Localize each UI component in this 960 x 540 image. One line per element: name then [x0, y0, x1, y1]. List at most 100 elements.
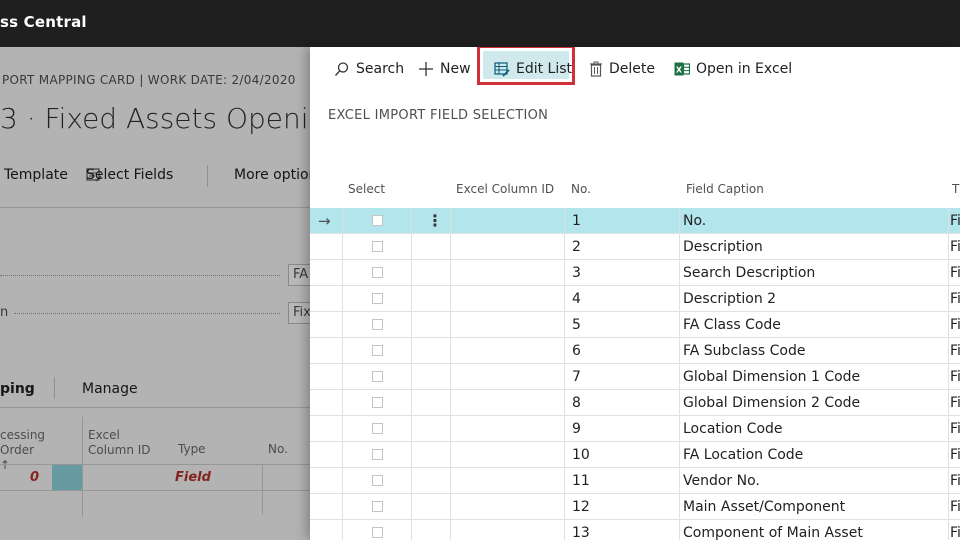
search-button[interactable]: Search — [334, 59, 404, 79]
row-type: Fi — [950, 369, 960, 385]
row-type: Fi — [950, 525, 960, 540]
edit-list-label: Edit List — [516, 61, 573, 77]
row-field-caption: FA Location Code — [683, 447, 804, 463]
cell-divider — [342, 260, 343, 286]
row-type: Fi — [950, 447, 960, 463]
row-no: 13 — [572, 525, 590, 540]
row-actions-icon[interactable]: ⋮ — [427, 211, 443, 230]
cell-divider — [411, 468, 412, 494]
cell-divider — [342, 234, 343, 260]
col-header-type[interactable]: T — [952, 182, 959, 196]
row-no: 11 — [572, 473, 590, 489]
cell-divider — [411, 390, 412, 416]
table-row[interactable]: 12 Main Asset/Component Fi — [310, 494, 960, 520]
row-no: 2 — [572, 239, 581, 255]
cell-divider — [564, 364, 565, 390]
row-type: Fi — [950, 291, 960, 307]
table-row[interactable]: 4 Description 2 Fi — [310, 286, 960, 312]
cell-divider — [948, 338, 949, 364]
cell-divider — [948, 390, 949, 416]
select-checkbox[interactable] — [372, 449, 383, 460]
select-checkbox[interactable] — [372, 319, 383, 330]
edit-list-button[interactable]: Edit List — [494, 59, 572, 79]
row-no: 3 — [572, 265, 581, 281]
cell-divider — [679, 338, 680, 364]
table-row[interactable]: 2 Description Fi — [310, 234, 960, 260]
select-checkbox[interactable] — [372, 423, 383, 434]
col-header-no[interactable]: No. — [571, 182, 591, 196]
table-row[interactable]: 11 Vendor No. Fi — [310, 468, 960, 494]
select-checkbox[interactable] — [372, 241, 383, 252]
row-no: 8 — [572, 395, 581, 411]
row-no: 5 — [572, 317, 581, 333]
cell-divider — [948, 442, 949, 468]
cell-divider — [948, 260, 949, 286]
cell-divider — [411, 234, 412, 260]
select-checkbox[interactable] — [372, 293, 383, 304]
select-checkbox[interactable] — [372, 345, 383, 356]
select-checkbox[interactable] — [372, 371, 383, 382]
select-checkbox[interactable] — [372, 267, 383, 278]
table-row[interactable]: 7 Global Dimension 1 Code Fi — [310, 364, 960, 390]
table-row[interactable]: 8 Global Dimension 2 Code Fi — [310, 390, 960, 416]
col-header-field-caption[interactable]: Field Caption — [686, 182, 764, 196]
table-row[interactable]: 6 FA Subclass Code Fi — [310, 338, 960, 364]
cell-divider — [342, 416, 343, 442]
cell-divider — [342, 390, 343, 416]
table-row[interactable]: 3 Search Description Fi — [310, 260, 960, 286]
cell-divider — [450, 494, 451, 520]
delete-button[interactable]: Delete — [589, 59, 655, 79]
cell-divider — [948, 208, 949, 234]
trash-icon — [590, 61, 602, 77]
cell-divider — [679, 286, 680, 312]
table-row[interactable]: 5 FA Class Code Fi — [310, 312, 960, 338]
col-header-excel-column-id[interactable]: Excel Column ID — [456, 182, 554, 196]
open-in-excel-button[interactable]: X Open in Excel — [674, 59, 792, 79]
cell-divider — [679, 442, 680, 468]
cell-divider — [564, 416, 565, 442]
cell-divider — [450, 468, 451, 494]
cell-divider — [679, 312, 680, 338]
new-button[interactable]: New — [418, 59, 471, 79]
new-label: New — [440, 61, 471, 77]
row-no: 7 — [572, 369, 581, 385]
plus-icon — [419, 62, 433, 76]
select-checkbox[interactable] — [372, 501, 383, 512]
cell-divider — [411, 312, 412, 338]
select-checkbox[interactable] — [372, 527, 383, 538]
row-field-caption: Global Dimension 1 Code — [683, 369, 861, 385]
col-header-select[interactable]: Select — [348, 182, 385, 196]
cell-divider — [948, 416, 949, 442]
cell-divider — [411, 260, 412, 286]
cell-divider — [679, 416, 680, 442]
top-bar: ss Central — [0, 0, 960, 47]
cell-divider — [342, 338, 343, 364]
table-row[interactable]: 13 Component of Main Asset Fi — [310, 520, 960, 540]
select-checkbox[interactable] — [372, 215, 383, 226]
cell-divider — [411, 364, 412, 390]
cell-divider — [342, 364, 343, 390]
row-no: 4 — [572, 291, 581, 307]
cell-divider — [411, 338, 412, 364]
cell-divider — [342, 494, 343, 520]
row-field-caption: No. — [683, 213, 707, 229]
app-title: ss Central — [0, 13, 87, 31]
table-row[interactable]: 9 Location Code Fi — [310, 416, 960, 442]
row-type: Fi — [950, 421, 960, 437]
select-checkbox[interactable] — [372, 475, 383, 486]
table-row[interactable]: → ⋮ 1 No. Fi — [310, 208, 960, 234]
cell-divider — [564, 234, 565, 260]
delete-label: Delete — [609, 61, 655, 77]
cell-divider — [564, 208, 565, 234]
cell-divider — [411, 494, 412, 520]
excel-icon: X — [674, 62, 690, 76]
page-title: EXCEL IMPORT FIELD SELECTION — [328, 108, 549, 123]
table-row[interactable]: 10 FA Location Code Fi — [310, 442, 960, 468]
row-type: Fi — [950, 499, 960, 515]
cell-divider — [342, 468, 343, 494]
select-checkbox[interactable] — [372, 397, 383, 408]
row-type: Fi — [950, 239, 960, 255]
row-field-caption: Location Code — [683, 421, 783, 437]
row-field-caption: Description 2 — [683, 291, 777, 307]
row-type: Fi — [950, 343, 960, 359]
